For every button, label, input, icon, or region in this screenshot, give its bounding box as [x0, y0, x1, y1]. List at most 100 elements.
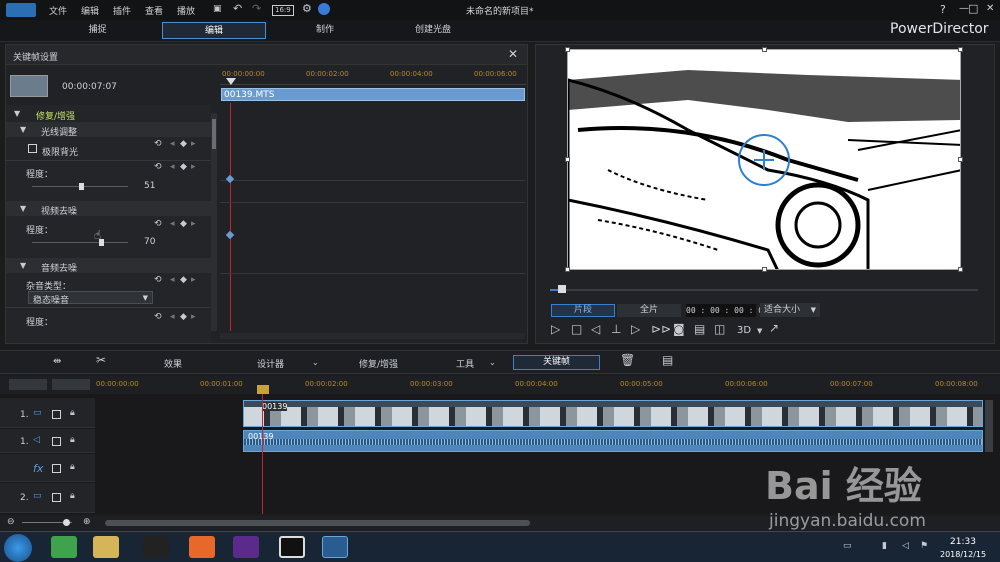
reset-icon[interactable]: ⟲ [154, 220, 162, 229]
resize-handle[interactable] [565, 157, 570, 162]
snapshot-camera-icon[interactable]: ◙ [673, 323, 685, 335]
subtitle-icon[interactable]: ▤ [694, 323, 705, 335]
tracks-v-scrollbar[interactable] [985, 400, 993, 452]
level-slider-track[interactable] [32, 242, 128, 243]
redo-icon[interactable]: ↷ [252, 3, 261, 14]
menu-view[interactable]: 查看 [145, 4, 163, 17]
keyframe-diamond[interactable] [225, 230, 235, 240]
file-explorer-icon[interactable] [93, 536, 119, 558]
timeline-h-scrollbar[interactable] [105, 520, 530, 526]
add-keyframe-icon[interactable]: ◆ [180, 313, 187, 322]
resize-handle[interactable] [958, 267, 963, 272]
next-keyframe-icon[interactable]: ▸ [191, 276, 196, 285]
zoom-in-icon[interactable]: ⊕ [83, 518, 91, 527]
keyframe-button[interactable]: 关键帧 [513, 355, 600, 370]
add-keyframe-icon[interactable]: ◆ [180, 220, 187, 229]
resize-handle[interactable] [958, 47, 963, 52]
group-header-video-denoise[interactable]: ▼ 视频去噪 [6, 201, 211, 217]
tray-flag-icon[interactable]: ⚑ [920, 542, 928, 551]
resize-handle[interactable] [762, 267, 767, 272]
menu-file[interactable]: 文件 [49, 4, 67, 17]
reset-icon[interactable]: ⟲ [154, 140, 162, 149]
next-frame-icon[interactable]: ▷ [631, 323, 640, 335]
prev-keyframe-icon[interactable]: ◂ [170, 220, 175, 229]
menu-edit[interactable]: 编辑 [81, 4, 99, 17]
resize-handle[interactable] [565, 267, 570, 272]
3d-toggle-button[interactable]: 3D [737, 325, 751, 336]
fit-timeline-icon[interactable]: ⇹ [53, 357, 61, 367]
tray-keyboard-icon[interactable]: ▭ [843, 542, 852, 551]
stop-icon[interactable]: □ [571, 323, 582, 335]
undock-icon[interactable]: ↗ [769, 322, 779, 334]
upgrade-icon[interactable] [318, 3, 330, 15]
help-button[interactable]: ? [940, 3, 946, 16]
delete-trash-icon[interactable]: 🗑 [620, 354, 635, 366]
prev-keyframe-icon[interactable]: ◂ [170, 163, 175, 172]
group-header-audio-denoise[interactable]: ▼ 音频去噪 [6, 258, 211, 274]
add-keyframe-icon[interactable]: ◆ [180, 276, 187, 285]
close-button[interactable]: ✕ [986, 3, 994, 14]
prev-keyframe-icon[interactable]: ◂ [170, 313, 175, 322]
scrollbar-thumb[interactable] [212, 119, 216, 149]
resize-handle[interactable] [565, 47, 570, 52]
keyframe-h-scrollbar[interactable] [220, 333, 525, 339]
playhead-marker-icon[interactable] [226, 78, 236, 85]
keyframe-ruler[interactable]: 00:00:00:00 00:00:02:00 00:00:04:00 00:0… [220, 67, 526, 85]
resize-handle[interactable] [958, 157, 963, 162]
panel-close-icon[interactable]: ✕ [508, 47, 518, 61]
play-icon[interactable]: ▷ [551, 323, 560, 335]
media-app-icon[interactable] [233, 536, 259, 558]
movie-mode-button[interactable]: 全片 [617, 304, 681, 317]
split-icon[interactable]: ⊥ [611, 323, 621, 335]
resize-handle[interactable] [762, 47, 767, 52]
audio-clip[interactable]: 00139 [243, 430, 983, 452]
tab-capture[interactable]: 捕捉 [60, 22, 135, 39]
preview-scrubber-thumb[interactable] [558, 285, 566, 293]
tab-edit[interactable]: 编辑 [162, 22, 266, 39]
chevron-down-icon[interactable]: ⌄ [489, 358, 496, 367]
next-keyframe-icon[interactable]: ▸ [191, 140, 196, 149]
tools-button[interactable]: 工具 [456, 357, 474, 370]
save-icon[interactable]: ▣ [213, 5, 222, 14]
track-enable-checkbox[interactable] [52, 437, 61, 446]
zoom-out-icon[interactable]: ⊖ [7, 518, 15, 527]
clip-mode-button[interactable]: 片段 [551, 304, 615, 317]
menu-play[interactable]: 播放 [177, 4, 195, 17]
menu-plugins[interactable]: 插件 [113, 4, 131, 17]
keyframe-diamond[interactable] [225, 174, 235, 184]
add-keyframe-icon[interactable]: ◆ [180, 140, 187, 149]
expand-triangle-icon[interactable]: ▼ [20, 261, 26, 270]
next-keyframe-icon[interactable]: ▸ [191, 313, 196, 322]
track-manager-button[interactable] [9, 379, 47, 390]
add-keyframe-icon[interactable]: ◆ [180, 163, 187, 172]
lock-icon[interactable]: 🔒︎ [70, 463, 75, 472]
video-clip[interactable]: 00139 [243, 400, 983, 427]
previous-frame-icon[interactable]: ◁ [591, 323, 600, 335]
tray-network-icon[interactable]: ▮ [882, 542, 887, 551]
undo-icon[interactable]: ↶ [233, 3, 242, 14]
aspect-ratio-icon[interactable]: 16:9 [272, 5, 294, 16]
keyframe-clip-bar[interactable]: 00139.MTS [221, 88, 525, 101]
firefox-icon[interactable] [189, 536, 215, 558]
lock-icon[interactable]: 🔒︎ [70, 436, 75, 445]
track-enable-checkbox[interactable] [52, 493, 61, 502]
playhead-handle[interactable] [257, 385, 269, 394]
expand-triangle-icon[interactable]: ▼ [20, 125, 26, 134]
lock-icon[interactable]: 🔒︎ [70, 492, 75, 501]
preview-video-frame[interactable] [567, 49, 961, 270]
track-enable-checkbox[interactable] [52, 410, 61, 419]
repair-enhance-button[interactable]: 修复/增强 [359, 357, 398, 370]
next-keyframe-icon[interactable]: ▸ [191, 220, 196, 229]
maximize-button[interactable]: □ [968, 2, 978, 15]
dropdown-arrow-icon[interactable]: ▼ [757, 327, 762, 336]
chevron-down-icon[interactable]: ⌄ [312, 358, 319, 367]
tab-create-disc[interactable]: 创建光盘 [398, 22, 468, 39]
noise-type-select[interactable]: 稳态噪音 ▼ [28, 291, 153, 306]
more-options-icon[interactable]: ▤ [662, 354, 673, 366]
effects-button[interactable]: 效果 [164, 357, 182, 370]
lock-icon[interactable]: 🔒︎ [70, 409, 75, 418]
browser-green-icon[interactable] [51, 536, 77, 558]
prev-keyframe-icon[interactable]: ◂ [170, 140, 175, 149]
powerdirector-taskbar-icon[interactable] [322, 536, 348, 558]
reset-icon[interactable]: ⟲ [154, 313, 162, 322]
